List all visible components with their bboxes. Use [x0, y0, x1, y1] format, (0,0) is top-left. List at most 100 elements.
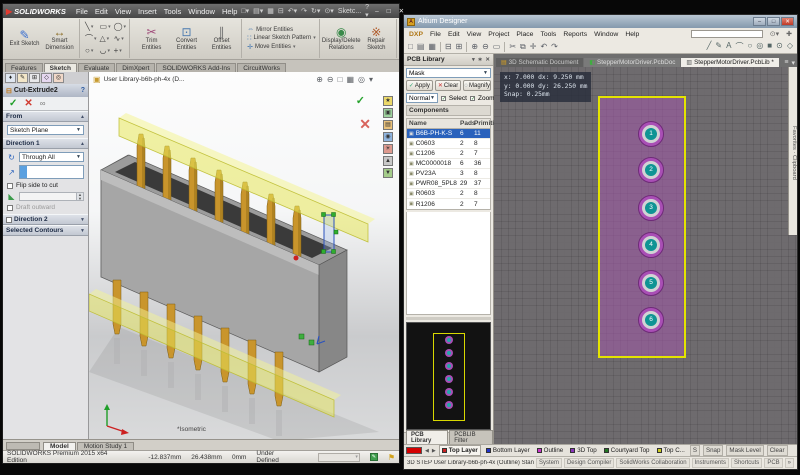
table-row[interactable]: ▣C0603 28 [407, 139, 490, 149]
table-header[interactable]: Name Pads Primitiv... [407, 119, 490, 129]
save-icon[interactable]: ▦ [428, 42, 436, 51]
display-style-icon[interactable]: ▦ [346, 75, 354, 84]
ad-maximize-button[interactable]: □ [767, 17, 780, 26]
menu-edit[interactable]: Edit [95, 7, 108, 16]
menu-insert[interactable]: Insert [138, 7, 157, 16]
tab-evaluate[interactable]: Evaluate [78, 63, 115, 72]
display-delete-relations-button[interactable]: ◉ Display/Delete Relations [325, 26, 358, 51]
ad-close-button[interactable]: ✕ [781, 17, 794, 26]
circle-tool-icon[interactable]: ○ [747, 41, 752, 52]
from-plane-select[interactable]: Sketch Plane ▼ [7, 125, 84, 135]
select-checkbox[interactable]: ✓ [441, 96, 446, 101]
footprint-preview[interactable] [406, 322, 491, 430]
tab-features[interactable]: Features [5, 63, 43, 72]
cut-icon[interactable]: ✂ [509, 42, 516, 51]
tab-dimxpert[interactable]: DimXpert [116, 63, 155, 72]
mirror-entities-button[interactable]: ⇔ Mirror Entities [247, 26, 316, 33]
clear-button[interactable]: ✕Clear [435, 80, 462, 91]
copy-icon[interactable]: ⧉ [520, 42, 526, 52]
help-icon[interactable]: ?▾ [365, 4, 369, 19]
smart-dimension-button[interactable]: ↔ Smart Dimension [43, 26, 76, 51]
ad-minimize-button[interactable]: – [753, 17, 766, 26]
apply-button[interactable]: ✓Apply [406, 80, 433, 91]
close-icon[interactable]: ✕ [485, 57, 490, 63]
table-row[interactable]: ▣PV23A 38 [407, 169, 490, 179]
tab-pcb-library[interactable]: PCB Library [406, 430, 448, 444]
property-manager-tab-icon[interactable]: ✎ [17, 73, 28, 83]
pad-4[interactable]: 4 [638, 232, 664, 258]
solidworks-collaboration-button[interactable]: SolidWorks Collaboration [616, 458, 689, 468]
arc-tool-icon[interactable]: ⌒ [735, 41, 743, 52]
pen-tool-icon[interactable]: ✎ [715, 41, 722, 52]
table-row[interactable]: ▣PWR08_5PL8 2937 [407, 179, 490, 189]
menu-place[interactable]: Place [516, 31, 533, 38]
tab-motion-study[interactable]: Motion Study 1 [77, 442, 134, 450]
tab-solidworks-addins[interactable]: SOLIDWORKS Add-Ins [156, 63, 236, 72]
accept-button[interactable]: ✓ [9, 98, 17, 109]
menu-file[interactable]: File [430, 31, 441, 38]
settings-icon[interactable]: ⊙▾ [770, 30, 779, 38]
end-condition-select[interactable]: Through All ▼ [19, 152, 84, 162]
print-icon[interactable]: ⊟ [278, 7, 284, 15]
cancel-button[interactable]: ✕ [24, 98, 32, 109]
pad-5[interactable]: 5 [638, 270, 664, 296]
decal-icon[interactable]: ▤ [383, 120, 393, 130]
polygon-tool[interactable]: △▾ [100, 33, 111, 45]
spinner-arrows-icon[interactable]: ▲▼ [76, 193, 83, 200]
from-section-header[interactable]: From ▲ [3, 111, 88, 122]
table-row[interactable]: ▣B6B-PH-K-S 611 [407, 129, 490, 139]
scroll-right-icon[interactable]: ▶ [432, 448, 436, 454]
instruments-button[interactable]: Instruments [692, 458, 729, 468]
snapshot-icon[interactable]: ▼ [383, 168, 393, 178]
pin-icon[interactable]: ∗ [478, 57, 483, 63]
fill-tool-icon[interactable]: ■ [767, 41, 772, 52]
menu-window[interactable]: Window [188, 7, 215, 16]
panel-side-tab[interactable]: Favorites · Clipboard [788, 67, 797, 235]
sw-maximize-button[interactable]: □ [385, 8, 393, 15]
exit-sketch-button[interactable]: ✎ Exit Sketch [8, 29, 41, 48]
add-icon[interactable]: ✚ [786, 30, 792, 38]
reverse-direction-icon[interactable]: ↻ [7, 153, 16, 162]
select-icon[interactable]: ✛ [530, 42, 537, 51]
display-manager-tab-icon[interactable]: ◎ [53, 73, 64, 83]
draft-outward-checkbox[interactable]: Draft outward [7, 204, 84, 211]
zoom-area-icon[interactable]: ⊖ [327, 75, 334, 84]
sw-graphics-area[interactable]: ▣ User Library-b6b-ph-4x (D... ⊕ ⊖ □ ▦ ◎… [89, 72, 399, 439]
move-entities-button[interactable]: ✛ Move Entities ▾ [247, 43, 316, 51]
scroll-left-icon[interactable]: ◀ [425, 448, 429, 454]
layer-tab-top-courtyard[interactable]: Top C... [655, 446, 687, 455]
layer-tab-bottom[interactable]: Bottom Layer [484, 446, 532, 455]
shortcuts-button[interactable]: Shortcuts [731, 458, 762, 468]
tab-circuitworks[interactable]: CircuitWorks [237, 63, 286, 72]
direction2-section-header[interactable]: Direction 2 ▼ [3, 214, 88, 225]
confirmation-accept-icon[interactable]: ✓ [356, 94, 365, 107]
layer-tab-3d-top[interactable]: 3D Top [568, 446, 599, 455]
zoom-fit-icon[interactable]: ⊕ [316, 75, 323, 84]
sketch-quick-label[interactable]: Sketc... [338, 8, 361, 15]
panel-splitter[interactable] [406, 317, 491, 320]
selected-contours-section-header[interactable]: Selected Contours ▼ [3, 225, 88, 236]
open-icon[interactable]: ▤ [417, 42, 425, 51]
poly-tool-icon[interactable]: ◇ [787, 41, 793, 52]
direction1-section-header[interactable]: Direction 1 ▲ [3, 138, 88, 149]
dimxpert-tab-icon[interactable]: ◇ [41, 73, 52, 83]
tab-pcbdoc[interactable]: ◧ StepperMotorDriver.PcbDoc [584, 58, 680, 67]
feature-manager-tab-icon[interactable]: ♦ [5, 73, 16, 83]
preview-icon[interactable]: ∞ [40, 99, 46, 108]
preview-icon[interactable]: ⊞ [456, 42, 463, 51]
current-layer-swatch[interactable] [406, 447, 422, 454]
pad-2[interactable]: 2 [638, 157, 664, 183]
sw-minimize-button[interactable]: – [373, 8, 381, 15]
options-icon[interactable]: ⊙▾ [324, 7, 333, 15]
resources-strip[interactable] [6, 442, 40, 450]
mask-combo[interactable]: Mask ▼ [406, 68, 491, 78]
spline-tool[interactable]: ∿▾ [114, 33, 126, 45]
pad-tool-icon[interactable]: ⊙ [776, 41, 783, 52]
pcb-editor-canvas[interactable]: x: 7.000 dx: 9.250 mm y: 0.000 dy: 26.25… [494, 67, 797, 444]
mask-level-button[interactable]: Mask Level [726, 445, 763, 456]
print-icon[interactable]: ⊟ [445, 42, 452, 51]
menu-project[interactable]: Project [488, 31, 509, 38]
save-icon[interactable]: ▦ [267, 7, 274, 15]
menu-dxp[interactable]: DXP [409, 31, 423, 38]
new-icon[interactable]: □ [408, 42, 413, 51]
